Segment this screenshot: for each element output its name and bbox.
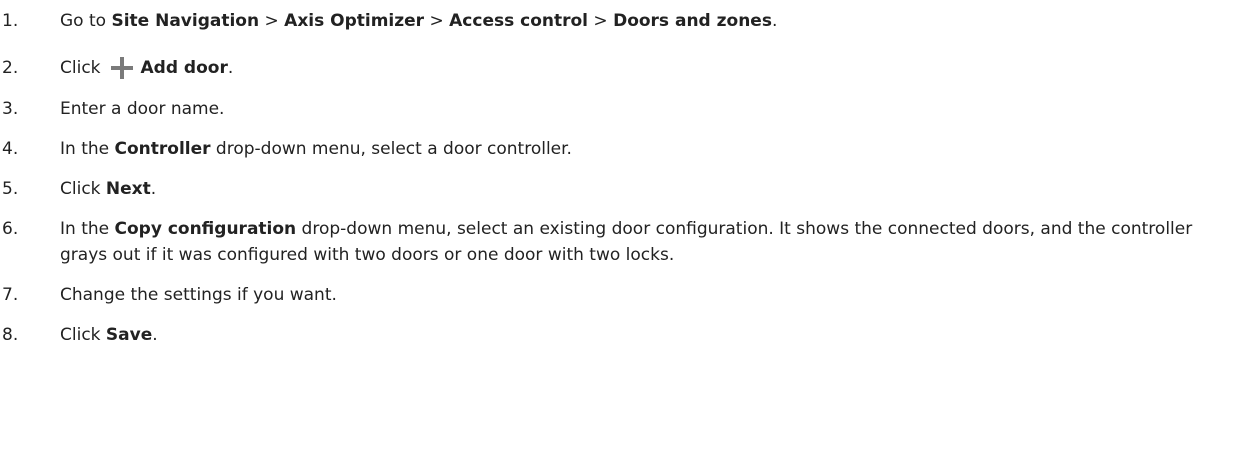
path-separator: > xyxy=(259,11,285,31)
step-text: Go to xyxy=(60,11,112,31)
step-text: Click xyxy=(60,179,106,199)
step-2: 2. Click Add door. xyxy=(0,48,1236,88)
step-text: . xyxy=(227,58,234,78)
step-1: 1. Go to Site Navigation > Axis Optimize… xyxy=(0,8,1236,34)
step-number: 3. xyxy=(2,99,19,119)
step-text: Click xyxy=(60,325,106,345)
copy-configuration-label: Copy configuration xyxy=(114,219,297,239)
path-separator: > xyxy=(588,11,614,31)
step-number: 4. xyxy=(2,139,19,159)
add-door-label: Add door xyxy=(140,58,228,78)
step-text: drop-down menu, select a door controller… xyxy=(210,139,572,159)
menu-path-access-control: Access control xyxy=(449,11,589,31)
save-label: Save xyxy=(105,325,153,345)
step-text: . xyxy=(771,11,778,31)
step-6: 6. In the Copy configuration drop-down m… xyxy=(0,216,1236,268)
step-text: Change the settings if you want. xyxy=(60,285,337,305)
step-number: 7. xyxy=(2,285,19,305)
step-8: 8. Click Save. xyxy=(0,322,1236,348)
step-number: 1. xyxy=(2,11,19,31)
step-number: 5. xyxy=(2,179,19,199)
step-text: Click xyxy=(60,58,101,78)
step-5: 5. Click Next. xyxy=(0,176,1236,202)
step-number: 6. xyxy=(2,219,19,239)
plus-icon xyxy=(110,57,133,79)
menu-path-axis-optimizer: Axis Optimizer xyxy=(284,11,425,31)
menu-path-doors-and-zones: Doors and zones xyxy=(613,11,772,31)
step-text: . xyxy=(152,325,158,345)
step-number: 2. xyxy=(2,58,19,78)
controller-label: Controller xyxy=(114,139,211,159)
instruction-steps: 1. Go to Site Navigation > Axis Optimize… xyxy=(0,0,1236,348)
step-number: 8. xyxy=(2,325,19,345)
step-3: 3. Enter a door name. xyxy=(0,96,1236,122)
step-text: In the xyxy=(60,219,115,239)
menu-path-site-navigation: Site Navigation xyxy=(111,11,260,31)
step-text: . xyxy=(150,179,157,199)
step-7: 7. Change the settings if you want. xyxy=(0,282,1236,308)
step-text: In the xyxy=(60,139,115,159)
next-label: Next xyxy=(105,179,151,199)
step-4: 4. In the Controller drop-down menu, sel… xyxy=(0,136,1236,162)
path-separator: > xyxy=(424,11,450,31)
step-text: Enter a door name. xyxy=(60,99,225,119)
